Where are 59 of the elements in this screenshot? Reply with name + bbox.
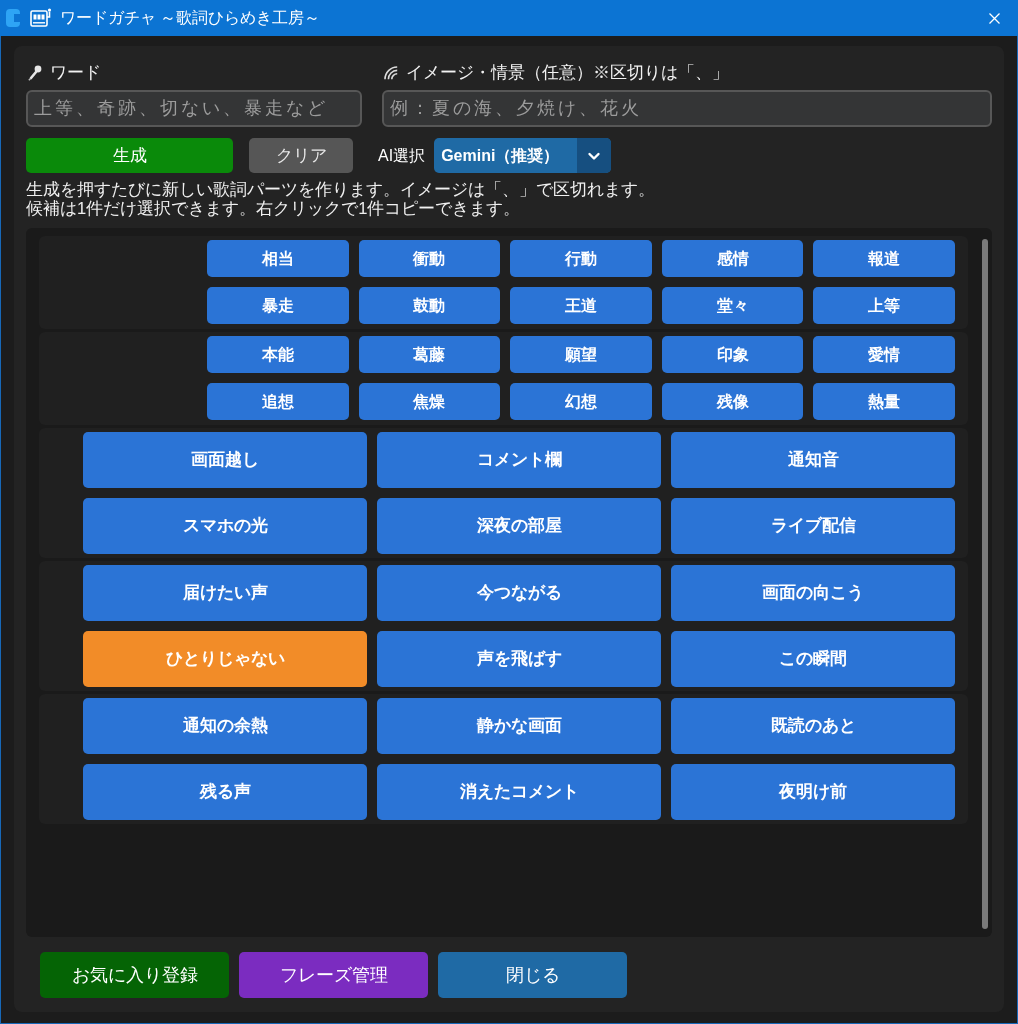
close-icon[interactable]: [989, 12, 1000, 24]
word-candidate[interactable]: 残像: [661, 383, 804, 420]
phrase-candidate[interactable]: スマホの光: [83, 498, 367, 554]
word-candidate[interactable]: 本能: [207, 336, 349, 373]
phrase-candidate[interactable]: 今つながる: [377, 565, 661, 621]
word-candidate[interactable]: 暴走: [207, 287, 349, 324]
scrollbar-thumb[interactable]: [982, 239, 988, 929]
word-candidate[interactable]: 上等: [813, 287, 955, 324]
word-candidate[interactable]: 印象: [661, 336, 804, 373]
phrase-candidate[interactable]: 通知音: [671, 432, 955, 488]
word-candidate[interactable]: 感情: [661, 240, 804, 277]
ai-select-label: AI選択: [378, 145, 426, 166]
word-candidate[interactable]: 追想: [207, 383, 349, 420]
word-candidate[interactable]: 鼓動: [358, 287, 501, 324]
help-text: 候補は1件だけ選択できます。右クリックで1件コピーできます。: [26, 199, 522, 218]
word-candidate[interactable]: 行動: [510, 240, 652, 277]
phrase-candidate[interactable]: コメント欄: [377, 432, 661, 488]
phrase-candidate[interactable]: 残る声: [83, 764, 367, 820]
phrase-candidate[interactable]: 既読のあと: [671, 698, 955, 754]
generate-button[interactable]: 生成: [26, 138, 233, 173]
phrase-candidate[interactable]: ライブ配信: [671, 498, 955, 554]
word-candidate[interactable]: 王道: [510, 287, 652, 324]
phrase-candidate[interactable]: 声を飛ばす: [377, 631, 661, 687]
phrase-candidate[interactable]: この瞬間: [671, 631, 955, 687]
phrase-candidate[interactable]: 消えたコメント: [377, 764, 661, 820]
chevron-down-icon[interactable]: [577, 138, 612, 173]
phrase-candidate[interactable]: 画面の向こう: [671, 565, 955, 621]
help-text: 生成を押すたびに新しい歌詞パーツを作ります。イメージは「、」で区切れます。: [26, 180, 656, 199]
phrase-candidate[interactable]: ひとりじゃない: [83, 631, 367, 687]
phrase-candidate[interactable]: 夜明け前: [671, 764, 955, 820]
favorite-button[interactable]: お気に入り登録: [40, 952, 229, 998]
word-candidate[interactable]: 堂々: [661, 287, 804, 324]
clear-button[interactable]: クリア: [249, 138, 353, 173]
image-label: イメージ・情景（任意）※区切りは「、」: [406, 62, 729, 85]
word-label: ワード: [50, 62, 101, 85]
phrase-candidate[interactable]: 通知の余熱: [83, 698, 367, 754]
phrase-candidate[interactable]: 画面越し: [83, 432, 367, 488]
word-candidate[interactable]: 熱量: [813, 383, 955, 420]
word-field[interactable]: 上等、奇跡、切ない、暴走など: [26, 90, 362, 127]
microphone-icon: [28, 65, 42, 81]
image-field[interactable]: 例：夏の海、夕焼け、花火: [382, 90, 992, 127]
word-candidate[interactable]: 愛情: [813, 336, 955, 373]
slot-machine-icon: [30, 8, 52, 28]
word-candidate[interactable]: 衝動: [358, 240, 501, 277]
word-candidate[interactable]: 葛藤: [358, 336, 501, 373]
close-button[interactable]: 閉じる: [438, 952, 627, 998]
word-candidate[interactable]: 願望: [510, 336, 652, 373]
word-candidate[interactable]: 相当: [207, 240, 349, 277]
word-candidate[interactable]: 幻想: [510, 383, 652, 420]
rainbow-icon: [384, 66, 398, 80]
word-candidate[interactable]: 焦燥: [358, 383, 501, 420]
word-candidate[interactable]: 報道: [813, 240, 955, 277]
phrase-candidate[interactable]: 静かな画面: [377, 698, 661, 754]
phrase-candidate[interactable]: 届けたい声: [83, 565, 367, 621]
window-title: ワードガチャ ～歌詞ひらめき工房～: [60, 8, 321, 28]
app-icon: [6, 9, 20, 27]
ai-model-dropdown[interactable]: Gemini（推奨）: [434, 138, 612, 173]
phrase-candidate[interactable]: 深夜の部屋: [377, 498, 661, 554]
phrase-manager-button[interactable]: フレーズ管理: [239, 952, 428, 998]
